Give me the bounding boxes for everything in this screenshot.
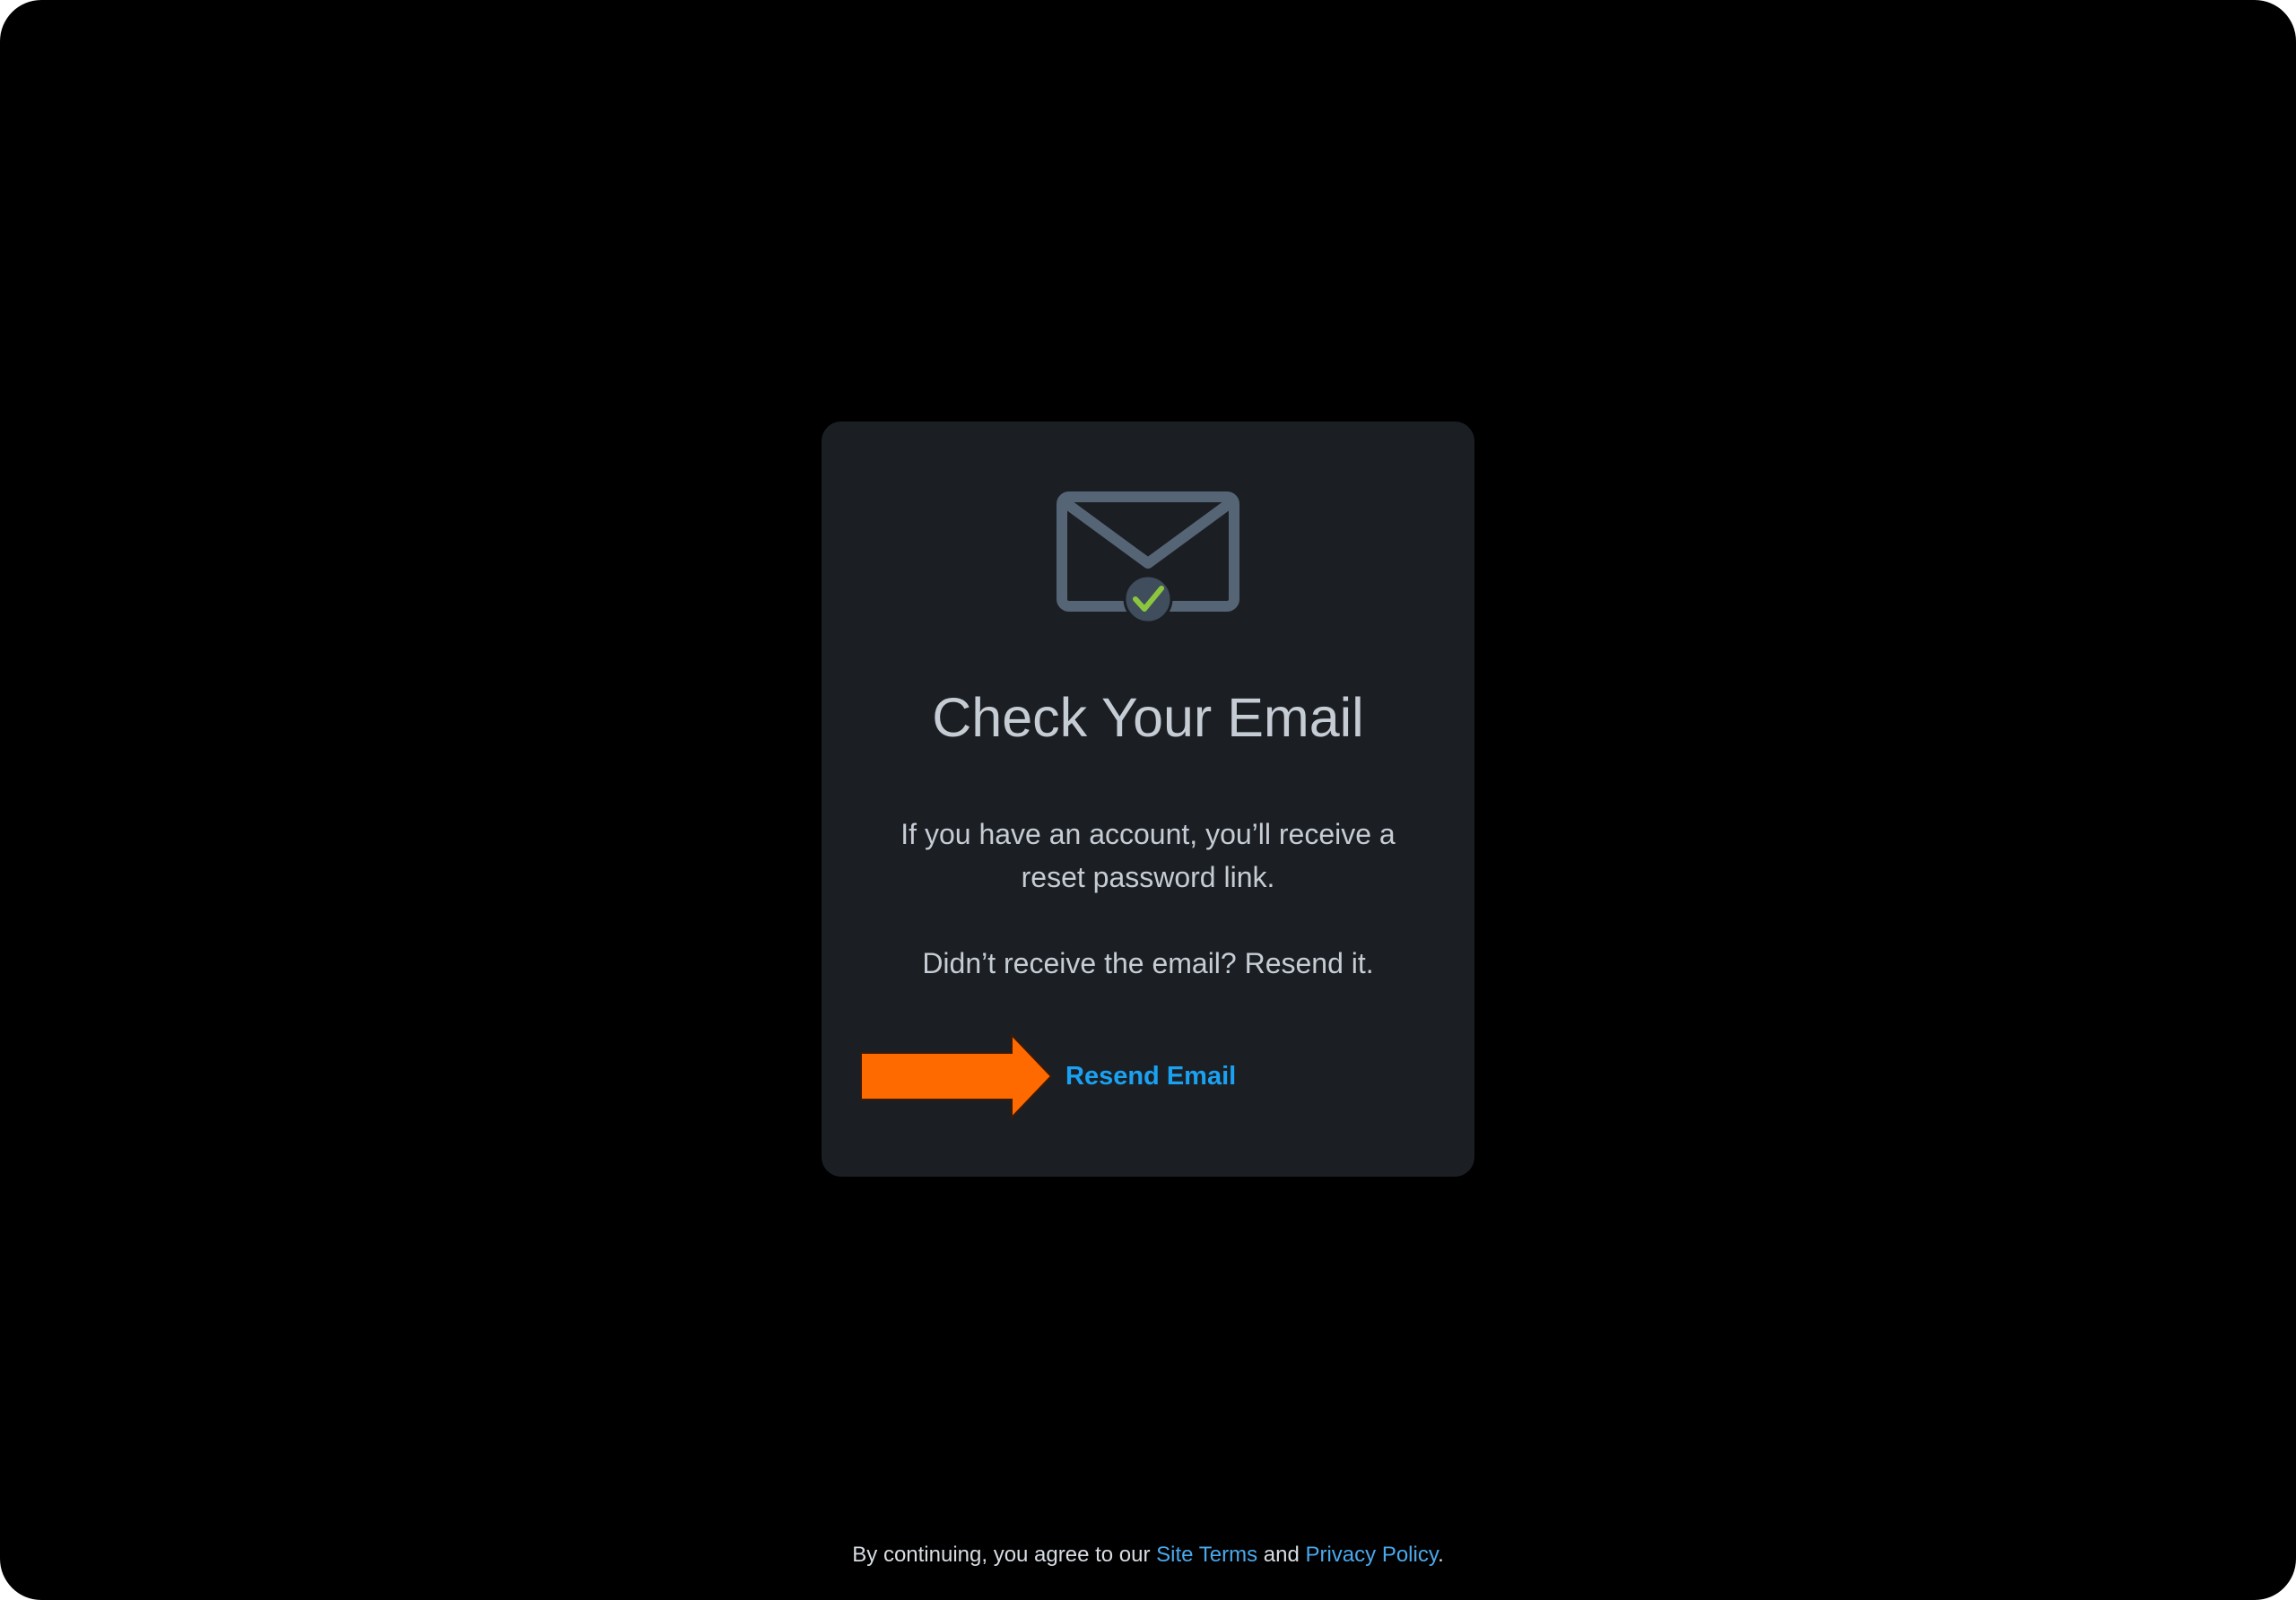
privacy-policy-link[interactable]: Privacy Policy <box>1305 1543 1438 1567</box>
annotation-arrow-icon <box>860 1033 1053 1119</box>
resend-email-link[interactable]: Resend Email <box>1065 1057 1236 1096</box>
envelope-check-icon <box>1057 491 1239 624</box>
site-terms-link[interactable]: Site Terms <box>1156 1543 1257 1567</box>
resend-prompt: Didn’t receive the email? Resend it. <box>922 947 1374 979</box>
footer-prefix: By continuing, you agree to our <box>852 1543 1157 1567</box>
reset-link-message: If you have an account, you’ll receive a… <box>900 818 1396 893</box>
footer-suffix: . <box>1438 1543 1444 1567</box>
page-title: Check Your Email <box>932 687 1364 748</box>
screen: Check Your Email If you have an account,… <box>0 0 2296 1600</box>
terms-footer: By continuing, you agree to our Site Ter… <box>0 1537 2296 1573</box>
footer-conjunction: and <box>1257 1543 1306 1567</box>
